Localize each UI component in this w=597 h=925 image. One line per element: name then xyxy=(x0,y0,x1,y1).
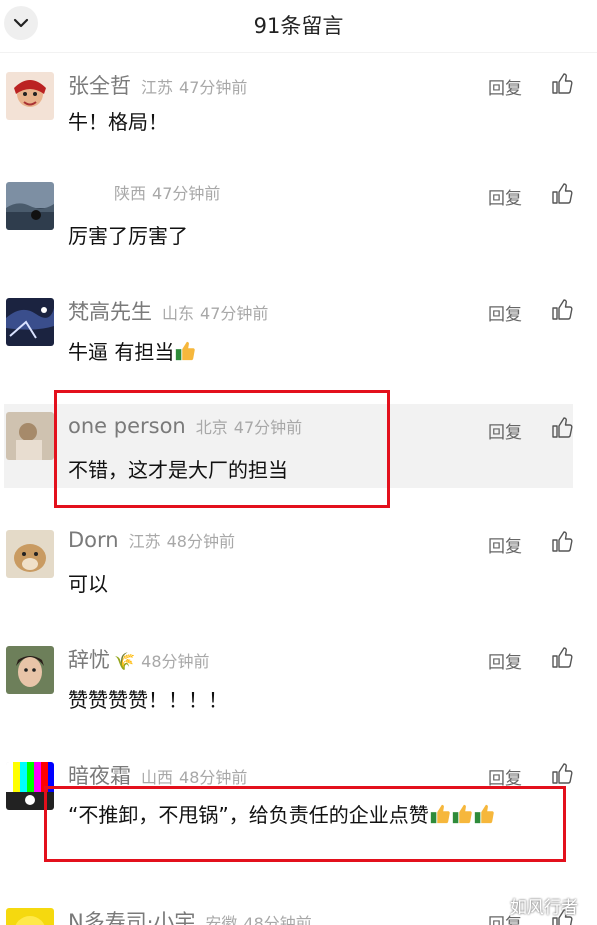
comment-time: 48分钟前 xyxy=(243,914,312,925)
comment-time: 48分钟前 xyxy=(166,532,235,551)
comment-author[interactable]: 辞忧 xyxy=(68,644,110,674)
comment-meta: 张全哲 江苏 47分钟前 xyxy=(68,70,247,100)
thumbs-up-icon[interactable] xyxy=(550,762,574,786)
comment-author[interactable]: Dorn xyxy=(68,528,119,552)
comment-item: Dorn 江苏 48分钟前 回复 可以 xyxy=(0,528,597,644)
comment-item: 张全哲 江苏 47分钟前 回复 牛！格局！ xyxy=(0,70,597,186)
comment-time: 48分钟前 xyxy=(179,768,248,787)
watermark: 如风行者 xyxy=(510,898,578,918)
comment-author[interactable]: N多寿司·小宇 xyxy=(68,906,195,925)
highlight-box xyxy=(54,390,390,508)
reply-button[interactable]: 回复 xyxy=(488,74,522,99)
reply-button[interactable]: 回复 xyxy=(488,648,522,673)
comment-item: 陕西 47分钟前 回复 厉害了厉害了 xyxy=(0,180,597,296)
avatar[interactable] xyxy=(6,182,54,230)
wheat-badge-icon: 🌾 xyxy=(114,652,136,672)
comment-location: 陕西 xyxy=(114,184,147,203)
comment-location: 江苏 xyxy=(141,78,174,97)
thumbs-up-emoji-icon xyxy=(176,341,196,361)
comment-text: 厉害了厉害了 xyxy=(68,224,188,248)
avatar[interactable] xyxy=(6,298,54,346)
thumbs-up-icon[interactable] xyxy=(550,530,574,554)
comment-location: 安徽 xyxy=(205,914,238,925)
comment-text: 牛逼 有担当 xyxy=(68,336,196,365)
comment-location: 江苏 xyxy=(128,532,161,551)
comment-time: 48分钟前 xyxy=(141,652,210,671)
reply-button[interactable]: 回复 xyxy=(488,532,522,557)
thumbs-up-icon[interactable] xyxy=(550,416,574,440)
avatar[interactable] xyxy=(6,908,54,925)
reply-button[interactable]: 回复 xyxy=(488,418,522,443)
avatar[interactable] xyxy=(6,72,54,120)
comment-meta: 陕西 47分钟前 xyxy=(104,180,220,210)
avatar[interactable] xyxy=(6,530,54,578)
comment-text: 赞赞赞赞！！！！ xyxy=(68,688,228,712)
reply-button[interactable]: 回复 xyxy=(488,300,522,325)
comment-text: 牛！格局！ xyxy=(68,110,168,134)
comment-meta: 辞忧 🌾 48分钟前 xyxy=(68,644,210,674)
comment-time: 47分钟前 xyxy=(200,304,269,323)
comment-author[interactable]: 梵高先生 xyxy=(68,296,152,326)
comment-item: 辞忧 🌾 48分钟前 回复 赞赞赞赞！！！！ xyxy=(0,644,597,760)
comment-meta: N多寿司·小宇 安徽 48分钟前 xyxy=(68,906,312,925)
comment-list: 张全哲 江苏 47分钟前 回复 牛！格局！ 陕西 47分钟前 回复 厉害了厉害了… xyxy=(0,0,597,925)
highlight-box xyxy=(44,786,566,862)
reply-button[interactable]: 回复 xyxy=(488,184,522,209)
page-title: 91条留言 xyxy=(253,14,344,38)
comment-text: 可以 xyxy=(68,572,108,596)
thumbs-up-icon[interactable] xyxy=(550,298,574,322)
comment-item: N多寿司·小宇 安徽 48分钟前 回复 xyxy=(0,906,597,925)
avatar[interactable] xyxy=(6,412,54,460)
header-bar: 91条留言 xyxy=(0,0,597,53)
comment-time: 47分钟前 xyxy=(179,78,248,97)
comment-meta: Dorn 江苏 48分钟前 xyxy=(68,528,235,558)
comment-location: 山东 xyxy=(162,304,195,323)
comment-time: 47分钟前 xyxy=(152,184,221,203)
thumbs-up-icon[interactable] xyxy=(550,72,574,96)
comment-text-body: 牛逼 有担当 xyxy=(68,340,175,364)
avatar[interactable] xyxy=(6,646,54,694)
comment-author[interactable]: 张全哲 xyxy=(68,70,131,100)
thumbs-up-icon[interactable] xyxy=(550,182,574,206)
comment-meta: 梵高先生 山东 47分钟前 xyxy=(68,296,268,326)
thumbs-up-icon[interactable] xyxy=(550,646,574,670)
comment-location: 山西 xyxy=(141,768,174,787)
